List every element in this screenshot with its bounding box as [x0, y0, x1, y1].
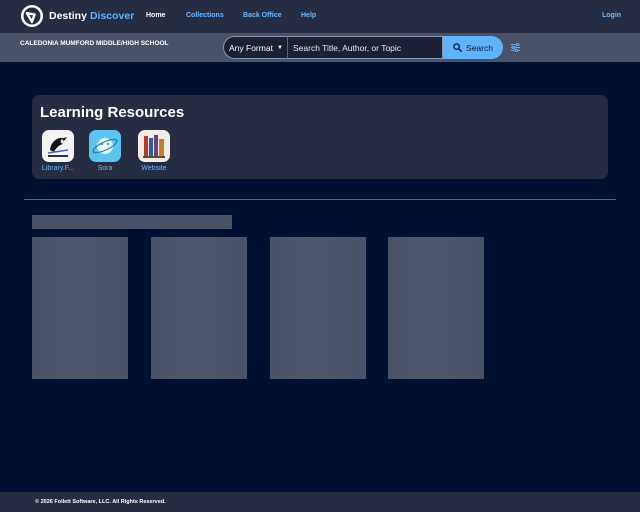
resource-website[interactable]: Website [133, 130, 175, 172]
resource-label: Website [141, 165, 167, 172]
resource-label: Library.F... [41, 165, 75, 172]
skeleton-card-placeholder [32, 237, 128, 379]
footer: © 2026 Follett Software, LLC. All Rights… [0, 492, 640, 512]
login-link[interactable]: Login [602, 12, 621, 19]
search-button-label: Search [466, 42, 493, 53]
nav-collections[interactable]: Collections [186, 12, 224, 19]
school-name: CALEDONIA MUMFORD MIDDLE/HIGH SCHOOL [20, 40, 169, 47]
skeleton-card-placeholder [388, 237, 484, 379]
nav-home[interactable]: Home [146, 12, 165, 19]
skeleton-card-placeholder [270, 237, 366, 379]
caret-down-icon: ▼ [276, 44, 283, 51]
skeleton-heading-placeholder [32, 215, 232, 229]
learning-resources-title: Learning Resources [40, 104, 185, 121]
destiny-logo-icon[interactable] [20, 4, 44, 28]
library-crow-icon [42, 130, 74, 162]
brand-destiny: Destiny [49, 10, 87, 22]
copyright-text: © 2026 Follett Software, LLC. All Rights… [35, 499, 166, 505]
section-divider [24, 199, 616, 200]
search-bar: CALEDONIA MUMFORD MIDDLE/HIGH SCHOOL Any… [0, 33, 640, 62]
format-select-value: Any Format [229, 42, 273, 53]
books-icon [138, 130, 170, 162]
app-brand[interactable]: Destiny Discover [49, 10, 134, 22]
resource-sora[interactable]: Sora [84, 130, 126, 172]
filter-sliders-icon[interactable] [510, 42, 521, 53]
learning-resources-card: Learning Resources Library.F... Sora Web… [32, 95, 608, 179]
search-input[interactable] [287, 36, 443, 59]
resource-library[interactable]: Library.F... [37, 130, 79, 172]
skeleton-card-placeholder [151, 237, 247, 379]
search-button[interactable]: Search [443, 36, 503, 59]
search-icon [453, 43, 462, 52]
top-nav-bar: Destiny Discover Home Collections Back Of… [0, 0, 640, 33]
resource-label: Sora [97, 165, 113, 172]
nav-back-office[interactable]: Back Office [243, 12, 282, 19]
sora-icon [89, 130, 121, 162]
format-select[interactable]: Any Format ▼ [223, 36, 287, 59]
nav-help[interactable]: Help [301, 12, 316, 19]
brand-discover: Discover [89, 10, 135, 22]
